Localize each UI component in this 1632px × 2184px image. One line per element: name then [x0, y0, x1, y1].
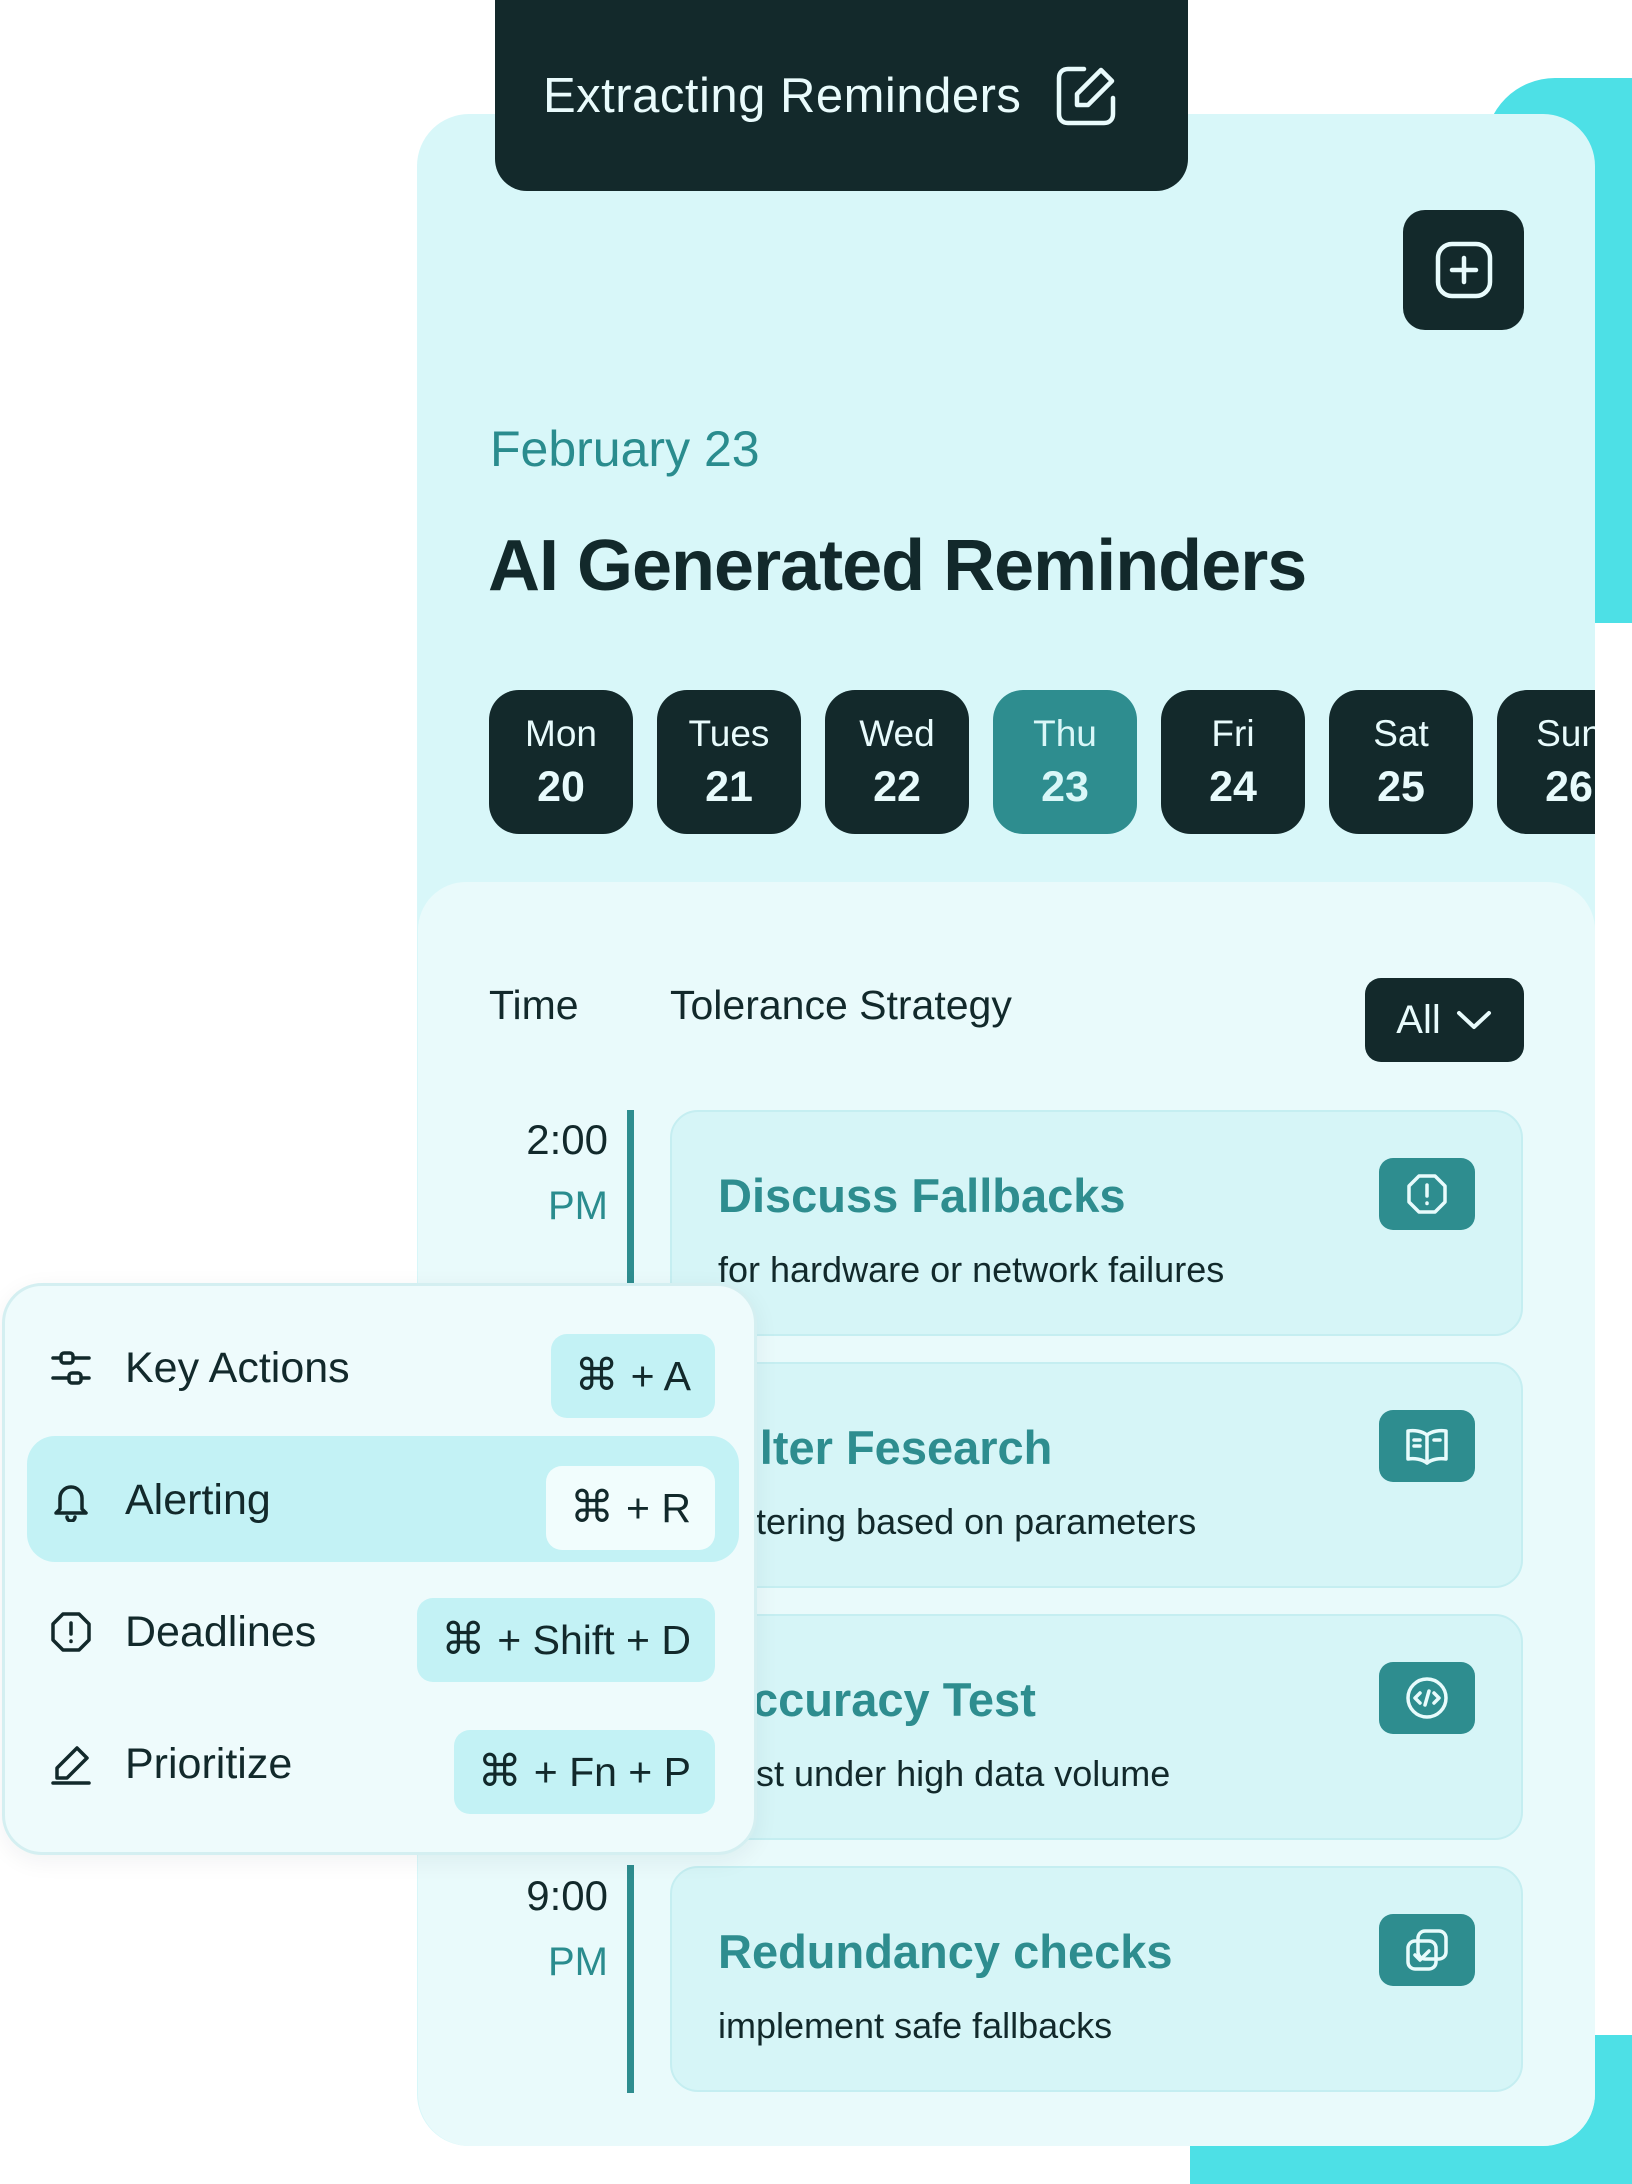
bell-icon	[54, 1485, 88, 1522]
task-subtitle: implement safe fallbacks	[718, 2005, 1113, 2046]
command-icon: ⌘	[477, 1747, 522, 1796]
time-ampm: PM	[548, 1940, 608, 1984]
timeline-bar	[627, 1110, 634, 1310]
filter-value: All	[1396, 997, 1441, 1042]
day-number: 21	[705, 762, 753, 811]
card-edge-mask	[1595, 680, 1632, 850]
shortcut-keys: ⌘ + A	[550, 1334, 715, 1418]
day-chip-tue[interactable]: Tues 21	[657, 690, 801, 834]
strategy-column-header: Tolerance Strategy	[670, 982, 1012, 1028]
shortcut-row-key-actions[interactable]: Key Actions ⌘ + A	[27, 1304, 739, 1430]
command-icon: ⌘	[570, 1483, 615, 1532]
alert-octagon-icon[interactable]	[1379, 1158, 1475, 1230]
day-name: Mon	[525, 712, 597, 754]
filter-dropdown[interactable]: All	[1365, 978, 1524, 1062]
chevron-down-icon	[1456, 1011, 1491, 1029]
day-name: Wed	[859, 712, 935, 754]
shortcut-keys-text: + Shift + D	[497, 1616, 691, 1663]
command-icon: ⌘	[441, 1615, 486, 1664]
time-column-header: Time	[489, 982, 579, 1028]
shortcut-row-alerting[interactable]: Alerting ⌘ + R	[27, 1436, 739, 1562]
copy-check-icon[interactable]	[1379, 1914, 1475, 1986]
alert-octagon-icon	[51, 1612, 91, 1652]
day-number: 23	[1041, 762, 1089, 811]
day-name: Tues	[688, 712, 770, 754]
task-card[interactable]: Discuss Fallbacks for hardware or networ…	[670, 1110, 1523, 1336]
day-name: Sun	[1536, 712, 1602, 754]
plus-square-icon	[1435, 241, 1492, 299]
time-value: 9:00	[526, 1872, 608, 1919]
day-chip-fri[interactable]: Fri 24	[1161, 690, 1305, 834]
day-name: Fri	[1211, 712, 1255, 754]
day-name: Thu	[1033, 712, 1097, 754]
day-chip-thu[interactable]: Thu 23	[993, 690, 1137, 834]
day-number: 25	[1377, 762, 1425, 811]
task-title: Filter Fesearch	[718, 1421, 1053, 1474]
header-title: Extracting Reminders	[543, 68, 1022, 123]
edit-icon	[1057, 66, 1116, 125]
page-title: AI Generated Reminders	[488, 526, 1307, 606]
time-value: 2:00	[526, 1116, 608, 1163]
task-card[interactable]: Filter Fesearch Filtering based on param…	[670, 1362, 1523, 1588]
shortcut-keys: ⌘ + Fn + P	[453, 1730, 715, 1814]
task-card[interactable]: Accuracy Test Test under high data volum…	[670, 1614, 1523, 1840]
pen-icon	[51, 1746, 91, 1785]
task-card[interactable]: Redundancy checks implement safe fallbac…	[670, 1866, 1523, 2092]
task-subtitle: Test under high data volume	[718, 1753, 1171, 1794]
add-reminder-button[interactable]	[1403, 210, 1524, 330]
shortcut-row-prioritize[interactable]: Prioritize ⌘ + Fn + P	[27, 1700, 739, 1826]
shortcut-label: Key Actions	[125, 1344, 350, 1392]
shortcut-label: Deadlines	[125, 1608, 317, 1656]
task-title: Discuss Fallbacks	[718, 1169, 1126, 1222]
timeline-bar	[627, 1865, 634, 2093]
task-subtitle: Filtering based on parameters	[718, 1501, 1197, 1542]
day-number: 26	[1545, 762, 1593, 811]
book-open-icon[interactable]	[1379, 1410, 1475, 1482]
shortcut-keys: ⌘ + R	[546, 1466, 715, 1550]
day-chip-mon[interactable]: Mon 20	[489, 690, 633, 834]
day-number: 20	[537, 762, 585, 811]
shortcut-row-deadlines[interactable]: Deadlines ⌘ + Shift + D	[27, 1568, 739, 1694]
shortcut-keys-text: + Fn + P	[533, 1748, 691, 1795]
code-circle-icon[interactable]	[1379, 1662, 1475, 1734]
header-badge[interactable]: Extracting Reminders	[495, 0, 1188, 191]
current-date: February 23	[490, 421, 760, 477]
day-number: 24	[1209, 762, 1257, 811]
task-title: Redundancy checks	[718, 1925, 1173, 1978]
shortcut-keys: ⌘ + Shift + D	[417, 1598, 715, 1682]
day-chip-sat[interactable]: Sat 25	[1329, 690, 1473, 834]
day-name: Sat	[1373, 712, 1429, 754]
shortcut-keys-text: + A	[630, 1352, 691, 1399]
shortcut-label: Alerting	[125, 1476, 271, 1524]
time-ampm: PM	[548, 1184, 608, 1228]
shortcut-keys-text: + R	[626, 1484, 691, 1531]
day-chip-wed[interactable]: Wed 22	[825, 690, 969, 834]
task-title: Accuracy Test	[718, 1673, 1036, 1726]
day-selector: Mon 20 Tues 21 Wed 22 Thu 23 Fri 24 Sat …	[489, 690, 1632, 834]
day-number: 22	[873, 762, 921, 811]
command-icon: ⌘	[574, 1351, 619, 1400]
sliders-icon	[51, 1351, 91, 1385]
shortcut-label: Prioritize	[125, 1740, 293, 1788]
task-subtitle: for hardware or network failures	[718, 1249, 1225, 1290]
shortcuts-popover: Key Actions ⌘ + A Alerting ⌘ + R Deadlin…	[2, 1283, 757, 1855]
